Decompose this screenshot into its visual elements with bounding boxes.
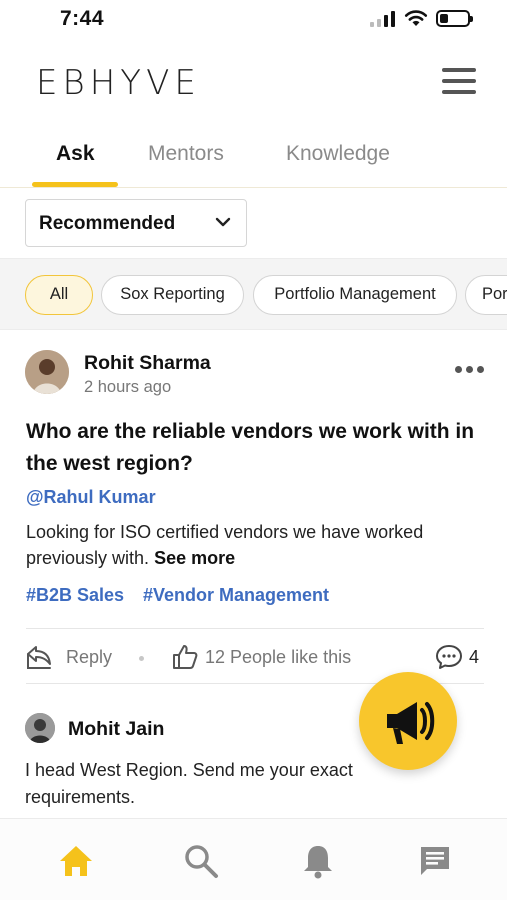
comment-icon[interactable] [434,642,464,672]
chevron-down-icon [215,217,231,227]
avatar[interactable] [25,713,55,743]
tab-mentors[interactable]: Mentors [148,142,224,166]
post-body: Looking for ISO certified vendors we hav… [26,519,486,571]
likes-count[interactable]: 12 People like this [205,638,351,676]
reply-button[interactable]: Reply [66,638,112,676]
reply-icon[interactable] [24,642,54,672]
avatar[interactable] [25,350,69,394]
topic-chip-bar: All Sox Reporting Portfolio Management P… [0,258,507,330]
announce-fab-button[interactable] [359,672,457,770]
divider [26,628,484,629]
action-separator [139,656,144,661]
status-time: 7:44 [60,7,105,30]
post-mention[interactable]: @Rahul Kumar [26,487,156,508]
post-timestamp: 2 hours ago [84,378,172,396]
chip-partial[interactable]: Por [465,275,507,315]
home-icon[interactable] [56,841,96,881]
hashtag-vendor-management[interactable]: #Vendor Management [143,585,329,606]
user-photo-icon [25,350,69,394]
post-author[interactable]: Rohit Sharma [84,352,211,375]
chat-icon[interactable] [415,841,455,881]
user-photo-icon [25,713,55,743]
search-icon[interactable] [181,841,221,881]
tab-knowledge[interactable]: Knowledge [286,142,390,166]
chip-sox-reporting[interactable]: Sox Reporting [101,275,244,315]
wifi-icon [404,10,428,26]
post-question[interactable]: Who are the reliable vendors we work wit… [26,416,486,480]
chip-portfolio-management[interactable]: Portfolio Management [253,275,457,315]
sort-dropdown[interactable]: Recommended [25,199,247,247]
tab-ask[interactable]: Ask [56,142,95,166]
active-tab-indicator [32,182,118,187]
chip-all[interactable]: All [25,275,93,315]
megaphone-icon [387,702,435,744]
bell-icon[interactable] [298,841,338,881]
status-bar: 7:44 [0,0,507,40]
app-header: EBHYVE [0,45,507,120]
hamburger-menu-icon[interactable] [442,68,478,96]
battery-icon [436,10,473,27]
comments-count[interactable]: 4 [469,638,479,676]
comment-author[interactable]: Mohit Jain [68,718,164,741]
bottom-nav [0,818,507,900]
thumbs-up-icon[interactable] [170,642,200,672]
see-more-link[interactable]: See more [154,548,235,568]
tab-bar: Ask Mentors Knowledge [0,130,507,188]
more-options-icon[interactable] [455,366,485,374]
hashtag-b2b-sales[interactable]: #B2B Sales [26,585,124,606]
sort-dropdown-value: Recommended [39,213,176,234]
signal-icon [370,11,396,27]
app-logo: EBHYVE [36,63,201,103]
